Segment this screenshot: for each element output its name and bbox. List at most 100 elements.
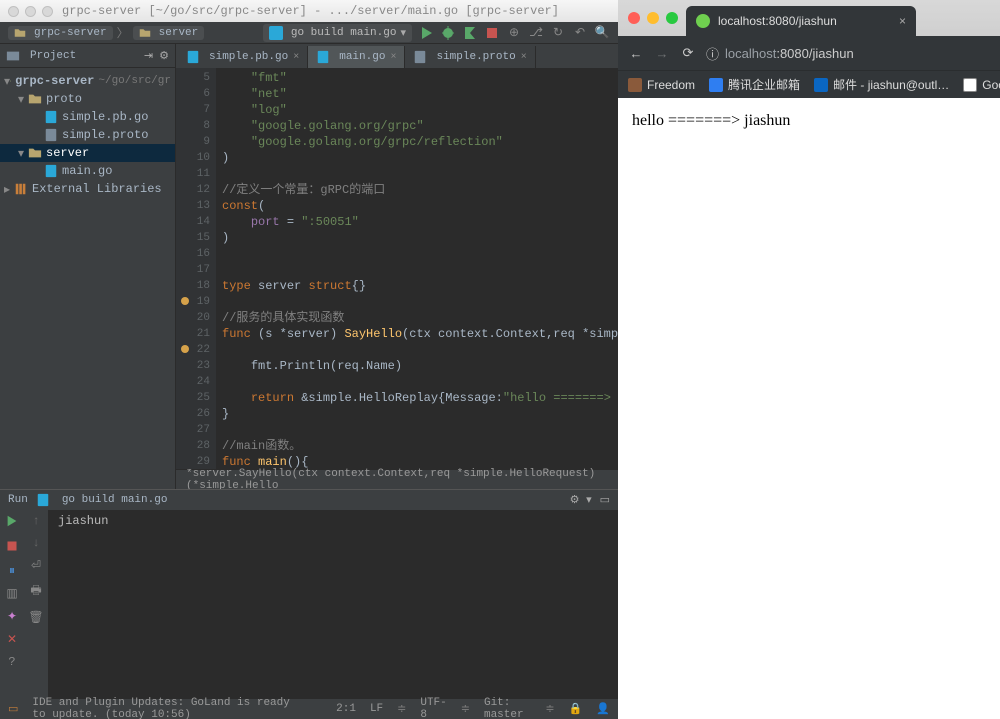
tree-root-hint: ~/go/src/gr	[98, 75, 171, 87]
dump-button[interactable]: ▥	[6, 586, 17, 601]
site-info-icon[interactable]: ⓘ	[706, 44, 719, 63]
bookmark-google[interactable]: Google	[963, 78, 1000, 92]
tab-label: simple.proto	[436, 51, 515, 63]
stop-button[interactable]	[484, 25, 500, 41]
bookmark-freedom[interactable]: Freedom	[628, 78, 695, 92]
url-path: :8080/jiashun	[776, 46, 853, 61]
rerun-button[interactable]	[5, 514, 19, 532]
tab-label: main.go	[339, 51, 385, 63]
stop-button[interactable]	[6, 540, 18, 556]
search-button[interactable]: 🔍	[594, 25, 610, 41]
tab-simple-proto[interactable]: simple.proto ×	[405, 46, 535, 68]
bookmark-tencent[interactable]: 腾讯企业邮箱	[709, 76, 800, 93]
close-icon[interactable]: ×	[899, 14, 906, 28]
crumb-folder[interactable]: server	[133, 26, 205, 40]
status-icon[interactable]: ▭	[8, 702, 18, 716]
bookmark-label: Google	[982, 78, 1000, 92]
folder-icon	[14, 27, 26, 39]
forward-button[interactable]: →	[654, 45, 670, 61]
back-button[interactable]: ←	[628, 45, 644, 61]
library-icon	[14, 182, 28, 196]
run-panel-config: go build main.go	[62, 494, 168, 506]
traffic-lights[interactable]	[628, 12, 678, 24]
window-title: grpc-server [~/go/src/grpc-server] - ...…	[11, 4, 610, 18]
tree-file-label: main.go	[62, 164, 112, 178]
git-branch[interactable]: Git: master	[484, 697, 531, 719]
tree-external[interactable]: ▸ External Libraries	[0, 180, 175, 198]
wrap-button[interactable]: ⏎	[31, 558, 41, 573]
code[interactable]: "fmt" "net" "log" "google.golang.org/grp…	[216, 68, 618, 469]
crumb-project-label: grpc-server	[34, 27, 107, 39]
close-button[interactable]: ✕	[7, 632, 17, 647]
tree-proto-label: proto	[46, 92, 82, 106]
tree-file-label: simple.proto	[62, 128, 148, 142]
ide-window: grpc-server [~/go/src/grpc-server] - ...…	[0, 0, 618, 719]
attach-button[interactable]: ⊕	[506, 25, 522, 41]
folder-icon	[10, 74, 11, 88]
run-config-selector[interactable]: go build main.go ▾	[263, 24, 412, 42]
cursor-position[interactable]: 2:1	[336, 703, 356, 715]
toolbar-buttons: ⊕ ⎇ ↻ ↶ 🔍	[418, 25, 610, 41]
console[interactable]: jiashun	[48, 510, 618, 699]
tree-main-go[interactable]: main.go	[0, 162, 175, 180]
file-encoding[interactable]: UTF-8	[420, 697, 446, 719]
crumb-project[interactable]: grpc-server	[8, 26, 113, 40]
run-panel-header[interactable]: Run go build main.go ⚙ ▾ ▭	[0, 490, 618, 510]
address-bar[interactable]: ⓘ localhost:8080/jiashun	[706, 44, 990, 63]
help-button[interactable]: ?	[8, 655, 15, 669]
project-panel-header[interactable]: Project ⇥ ⚙	[0, 44, 175, 68]
folder-icon	[139, 27, 151, 39]
tree-root[interactable]: ▾ grpc-server ~/go/src/gr	[0, 72, 175, 90]
browser-window: localhost:8080/jiashun × ← → ⟳ ⓘ localho…	[618, 0, 1000, 719]
line-separator[interactable]: LF	[370, 703, 383, 715]
collapse-icon[interactable]: ⇥	[144, 49, 153, 63]
down-button[interactable]: ↓	[32, 536, 39, 550]
signature-hint-text: *server.SayHello(ctx context.Context,req…	[186, 468, 608, 492]
zoom-dot[interactable]	[666, 12, 678, 24]
minimize-icon[interactable]: ▭	[600, 493, 610, 507]
gear-icon[interactable]: ⚙	[159, 49, 169, 63]
bookmark-label: 邮件 - jiashun@outl…	[833, 76, 949, 93]
browser-tab[interactable]: localhost:8080/jiashun ×	[686, 6, 916, 36]
reload-button[interactable]: ⟳	[680, 45, 696, 61]
update-button[interactable]: ↻	[550, 25, 566, 41]
back-button[interactable]: ↶	[572, 25, 588, 41]
vcs-button[interactable]: ⎇	[528, 25, 544, 41]
gear-icon[interactable]: ⚙ ▾	[570, 493, 592, 507]
run-panel-title: Run	[8, 494, 28, 506]
close-icon[interactable]: ×	[521, 52, 527, 63]
up-button[interactable]: ↑	[32, 514, 39, 528]
code-area[interactable]: 5678910111213141516171819202122232425262…	[176, 68, 618, 469]
tree-simple-proto[interactable]: simple.proto	[0, 126, 175, 144]
run-button[interactable]	[418, 25, 434, 41]
go-file-icon	[269, 26, 283, 40]
tree-server[interactable]: ▾ server	[0, 144, 175, 162]
trash-button[interactable]: 🗑	[28, 610, 43, 625]
close-dot[interactable]	[628, 12, 640, 24]
pause-button[interactable]: ⏸	[9, 564, 15, 578]
tree-proto[interactable]: ▾ proto	[0, 90, 175, 108]
notify-icon[interactable]: 👤	[596, 702, 610, 716]
page-text: hello =======> jiashun	[632, 112, 790, 129]
project-tree[interactable]: ▾ grpc-server ~/go/src/gr ▾ proto simple…	[0, 68, 175, 202]
console-output: jiashun	[58, 514, 108, 528]
tab-simple-pb-go[interactable]: simple.pb.go ×	[178, 46, 308, 68]
ide-body: Project ⇥ ⚙ ▾ grpc-server ~/go/src/gr ▾ …	[0, 44, 618, 489]
status-bar: ▭ IDE and Plugin Updates: GoLand is read…	[0, 699, 618, 719]
lock-icon[interactable]: 🔒	[569, 702, 583, 716]
bookmark-outlook[interactable]: 邮件 - jiashun@outl…	[814, 76, 949, 93]
bookmark-icon	[814, 78, 828, 92]
close-icon[interactable]: ×	[390, 52, 396, 63]
minimize-dot[interactable]	[647, 12, 659, 24]
debug-button[interactable]	[440, 25, 456, 41]
run-panel-body: ⏸ ▥ ✦ ✕ ? ↑ ↓ ⏎ 🖶 🗑 jiashun	[0, 510, 618, 699]
run-toolbar-left: ⏸ ▥ ✦ ✕ ?	[0, 510, 24, 699]
print-button[interactable]: 🖶	[30, 581, 41, 602]
coverage-button[interactable]	[462, 25, 478, 41]
tree-simple-pb-go[interactable]: simple.pb.go	[0, 108, 175, 126]
go-file-icon	[36, 493, 50, 507]
dropdown-caret-icon: ▾	[400, 26, 406, 40]
close-icon[interactable]: ×	[293, 52, 299, 63]
tab-main-go[interactable]: main.go ×	[308, 46, 405, 68]
pin-button[interactable]: ✦	[7, 609, 17, 624]
